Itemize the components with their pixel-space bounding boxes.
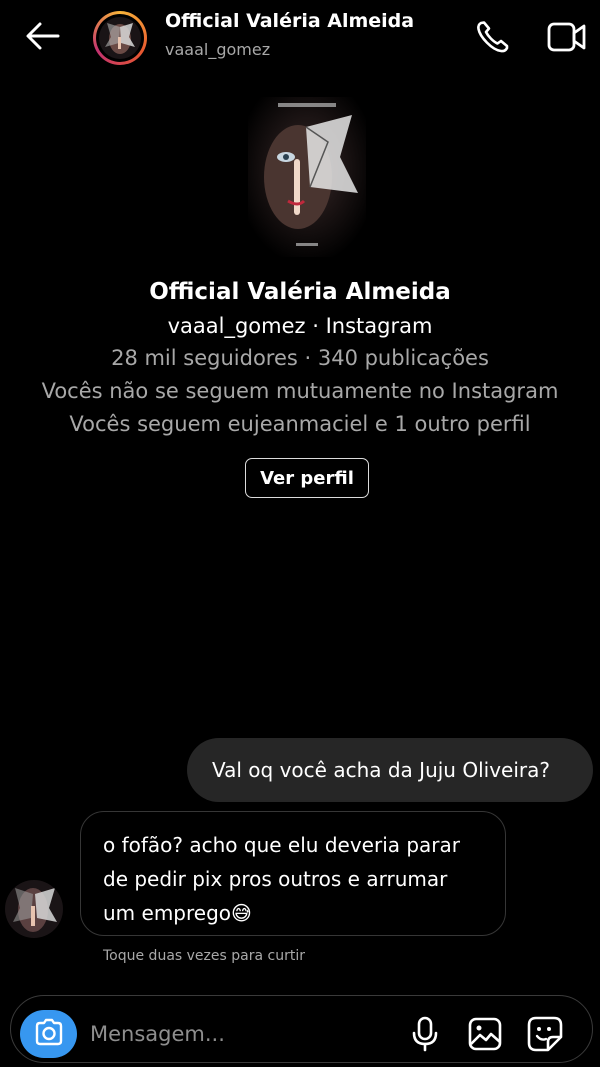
profile-picture	[248, 97, 366, 257]
microphone-icon[interactable]	[405, 1014, 445, 1054]
profile-name: Official Valéria Almeida	[149, 279, 451, 305]
sender-avatar[interactable]	[5, 880, 63, 938]
video-camera-icon[interactable]	[545, 17, 589, 57]
profile-subtitle: vaaal_gomez · Instagram	[167, 314, 433, 338]
header-avatar[interactable]	[93, 11, 147, 65]
camera-icon	[34, 1018, 64, 1050]
incoming-message[interactable]: o fofão? acho que elu deveria parar de p…	[80, 811, 506, 936]
phone-icon[interactable]	[472, 17, 512, 57]
outgoing-message[interactable]: Val oq você acha da Juju Oliveira?	[187, 738, 593, 802]
chat-header: Official Valéria Almeida vaaal_gomez	[0, 0, 600, 75]
header-username[interactable]: vaaal_gomez	[165, 40, 270, 59]
profile-mutual-status: Vocês não se seguem mutuamente no Instag…	[41, 379, 559, 403]
message-input[interactable]	[90, 1014, 390, 1054]
profile-shared-follows: Vocês seguem eujeanmaciel e 1 outro perf…	[69, 412, 531, 436]
gallery-icon[interactable]	[465, 1014, 505, 1054]
view-profile-button[interactable]: Ver perfil	[245, 458, 369, 498]
back-arrow-icon[interactable]	[22, 18, 62, 58]
camera-button[interactable]	[20, 1010, 77, 1058]
profile-stats: 28 mil seguidores · 340 publicações	[111, 346, 489, 370]
header-name[interactable]: Official Valéria Almeida	[165, 10, 414, 32]
sticker-icon[interactable]	[525, 1014, 565, 1054]
double-tap-hint: Toque duas vezes para curtir	[103, 948, 305, 964]
